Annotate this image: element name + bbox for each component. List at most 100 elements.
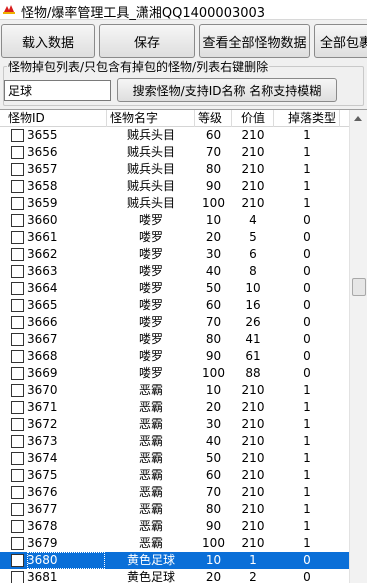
row-checkbox[interactable] <box>11 350 24 363</box>
table-row[interactable]: 3676 恶霸 70 210 1 <box>0 484 349 501</box>
cell-monster-name: 贼兵头目 <box>126 179 175 193</box>
table-row[interactable]: 3672 恶霸 30 210 1 <box>0 416 349 433</box>
scroll-up-button[interactable] <box>350 110 367 127</box>
row-checkbox[interactable] <box>11 452 24 465</box>
row-checkbox[interactable] <box>11 231 24 244</box>
scrollbar-thumb[interactable] <box>352 278 366 296</box>
table-row[interactable]: 3663 喽罗 40 8 0 <box>0 263 349 280</box>
view-all-monsters-button[interactable]: 查看全部怪物数据 <box>199 24 310 58</box>
column-header-level[interactable]: 等级 <box>195 110 232 127</box>
table-row[interactable]: 3671 恶霸 20 210 1 <box>0 399 349 416</box>
table-row[interactable]: 3658 贼兵头目 90 210 1 <box>0 178 349 195</box>
cell-drop-type: 0 <box>303 247 311 261</box>
row-checkbox[interactable] <box>11 520 24 533</box>
table-row[interactable]: 3657 贼兵头目 80 210 1 <box>0 161 349 178</box>
cell-monster-name: 贼兵头目 <box>126 162 175 176</box>
table-row[interactable]: 3681 黄色足球 20 2 0 <box>0 569 349 583</box>
cell-drop-type: 1 <box>303 179 311 193</box>
table-row[interactable]: 3675 恶霸 60 210 1 <box>0 467 349 484</box>
cell-level: 20 <box>205 230 222 244</box>
table-row[interactable]: 3677 恶霸 80 210 1 <box>0 501 349 518</box>
row-checkbox[interactable] <box>11 180 24 193</box>
cell-monster-name: 恶霸 <box>138 485 163 499</box>
table-row[interactable]: 3665 喽罗 60 16 0 <box>0 297 349 314</box>
monster-drop-list[interactable]: 怪物ID 怪物名字 等级 价值 掉落类型 3655 贼兵头目 60 210 1 3656 贼… <box>0 109 367 583</box>
cell-price: 210 <box>241 128 265 142</box>
cell-monster-name: 恶霸 <box>138 434 163 448</box>
row-checkbox[interactable] <box>11 214 24 227</box>
cell-drop-type: 1 <box>303 434 311 448</box>
title-bar: 怪物/爆率管理工具_潇湘QQ1400003003 <box>0 0 367 21</box>
cell-drop-type: 1 <box>303 519 311 533</box>
app-logo-icon <box>2 3 16 16</box>
table-row[interactable]: 3667 喽罗 80 41 0 <box>0 331 349 348</box>
row-checkbox[interactable] <box>11 163 24 176</box>
cell-drop-type: 0 <box>303 298 311 312</box>
cell-monster-name: 喽罗 <box>138 332 163 346</box>
table-row[interactable]: 3670 恶霸 10 210 1 <box>0 382 349 399</box>
load-data-button[interactable]: 载入数据 <box>1 24 95 58</box>
row-checkbox[interactable] <box>11 384 24 397</box>
column-header-name[interactable]: 怪物名字 <box>107 110 195 127</box>
all-drops-button[interactable]: 全部包裹 <box>314 24 367 58</box>
row-checkbox[interactable] <box>11 418 24 431</box>
cell-level: 20 <box>205 570 222 583</box>
cell-monster-id: 3666 <box>27 315 58 329</box>
cell-monster-name: 恶霸 <box>138 400 163 414</box>
row-checkbox[interactable] <box>11 571 24 583</box>
search-input[interactable] <box>4 80 111 101</box>
table-row[interactable]: 3662 喽罗 30 6 0 <box>0 246 349 263</box>
row-checkbox[interactable] <box>11 146 24 159</box>
table-row[interactable]: 3669 喽罗 100 88 0 <box>0 365 349 382</box>
cell-monster-id: 3679 <box>27 536 58 550</box>
row-checkbox[interactable] <box>11 316 24 329</box>
column-header-price[interactable]: 价值 <box>232 110 274 127</box>
table-row[interactable]: 3656 贼兵头目 70 210 1 <box>0 144 349 161</box>
cell-price: 1 <box>249 553 257 567</box>
row-checkbox[interactable] <box>11 537 24 550</box>
cell-monster-id: 3665 <box>27 298 58 312</box>
column-header-id[interactable]: 怪物ID <box>0 110 107 127</box>
row-checkbox[interactable] <box>11 265 24 278</box>
table-row[interactable]: 3666 喽罗 70 26 0 <box>0 314 349 331</box>
row-checkbox[interactable] <box>11 486 24 499</box>
cell-level: 10 <box>205 383 222 397</box>
table-row[interactable]: 3678 恶霸 90 210 1 <box>0 518 349 535</box>
vertical-scrollbar[interactable] <box>349 110 367 583</box>
table-row[interactable]: 3668 喽罗 90 61 0 <box>0 348 349 365</box>
table-row[interactable]: 3664 喽罗 50 10 0 <box>0 280 349 297</box>
table-row[interactable]: 3679 恶霸 100 210 1 <box>0 535 349 552</box>
table-row[interactable]: 3655 贼兵头目 60 210 1 <box>0 127 349 144</box>
row-checkbox[interactable] <box>11 554 24 567</box>
row-checkbox[interactable] <box>11 401 24 414</box>
search-monster-button[interactable]: 搜索怪物/支持ID名称 名称支持模糊 <box>117 78 337 102</box>
row-checkbox[interactable] <box>11 129 24 142</box>
row-checkbox[interactable] <box>11 299 24 312</box>
row-checkbox[interactable] <box>11 503 24 516</box>
cell-drop-type: 1 <box>303 502 311 516</box>
cell-monster-id: 3673 <box>27 434 58 448</box>
row-checkbox[interactable] <box>11 367 24 380</box>
table-row[interactable]: 3661 喽罗 20 5 0 <box>0 229 349 246</box>
column-header-drop-type[interactable]: 掉落类型 <box>274 110 340 127</box>
save-button[interactable]: 保存 <box>99 24 195 58</box>
row-checkbox[interactable] <box>11 469 24 482</box>
cell-monster-id: 3663 <box>27 264 58 278</box>
row-checkbox[interactable] <box>11 282 24 295</box>
cell-level: 60 <box>205 468 222 482</box>
cell-monster-name: 恶霸 <box>138 451 163 465</box>
row-checkbox[interactable] <box>11 248 24 261</box>
row-checkbox[interactable] <box>11 435 24 448</box>
table-row[interactable]: 3674 恶霸 50 210 1 <box>0 450 349 467</box>
table-row[interactable]: 3660 喽罗 10 4 0 <box>0 212 349 229</box>
filter-group-caption: 怪物掉包列表/只包含有掉包的怪物/列表右键删除 <box>7 58 270 75</box>
table-row[interactable]: 3673 恶霸 40 210 1 <box>0 433 349 450</box>
row-checkbox[interactable] <box>11 197 24 210</box>
table-row[interactable]: 3659 贼兵头目 100 210 1 <box>0 195 349 212</box>
cell-price: 210 <box>241 536 265 550</box>
row-checkbox[interactable] <box>11 333 24 346</box>
cell-monster-name: 黄色足球 <box>126 570 175 583</box>
cell-monster-id: 3672 <box>27 417 58 431</box>
table-row[interactable]: 3680 黄色足球 10 1 0 <box>0 552 349 569</box>
list-rows: 3655 贼兵头目 60 210 1 3656 贼兵头目 70 210 1 3657 贼兵头目 80 21… <box>0 127 349 583</box>
